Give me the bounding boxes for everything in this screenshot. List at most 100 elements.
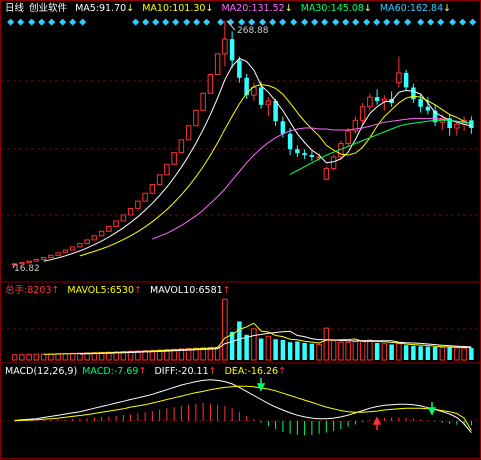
candle-body[interactable] <box>171 152 177 165</box>
candle-body[interactable] <box>258 87 264 105</box>
candle-body[interactable] <box>185 125 192 141</box>
candle-body[interactable] <box>309 155 315 158</box>
volume-bar <box>469 348 474 360</box>
signal-diamond <box>59 18 67 26</box>
candle-body[interactable] <box>207 74 214 94</box>
candle-body[interactable] <box>222 38 228 55</box>
volume-bar <box>265 335 272 361</box>
signal-diamond <box>183 18 191 26</box>
candle-body[interactable] <box>411 87 416 100</box>
candle-body[interactable] <box>77 243 83 248</box>
signal-diamond <box>269 18 277 26</box>
candle-body[interactable] <box>120 214 127 222</box>
candle-body[interactable] <box>345 130 351 144</box>
candle-body[interactable] <box>26 260 32 264</box>
volume-bar <box>19 354 25 361</box>
candle-body[interactable] <box>237 60 242 78</box>
signal-diamond <box>132 18 140 26</box>
candle-body[interactable] <box>367 96 373 108</box>
cross-signal-arrow-icon <box>372 416 382 430</box>
volume-bar <box>33 353 40 361</box>
volume-bar <box>447 347 452 360</box>
volume-bar <box>287 342 293 360</box>
candle-body[interactable] <box>106 225 112 232</box>
volume-bar <box>244 334 249 360</box>
candle-body[interactable] <box>425 106 431 111</box>
candle-body[interactable] <box>273 100 278 122</box>
volume-bar <box>258 338 264 360</box>
signal-diamond <box>279 18 287 26</box>
candle-body[interactable] <box>135 200 141 209</box>
candle-body[interactable] <box>69 246 76 251</box>
candle-body[interactable] <box>287 133 293 150</box>
candle-body[interactable] <box>418 99 423 107</box>
candle-body[interactable] <box>156 174 163 185</box>
volume-bar <box>359 340 366 361</box>
candle-body[interactable] <box>280 121 286 134</box>
candle-body[interactable] <box>62 249 69 254</box>
signal-diamond <box>437 18 445 26</box>
signal-diamond <box>352 18 360 26</box>
candle-body[interactable] <box>40 257 47 261</box>
candle-body[interactable] <box>127 207 134 216</box>
candle-body[interactable] <box>359 106 366 121</box>
dea-line <box>14 385 472 431</box>
signal-diamond <box>321 18 329 26</box>
candle-body[interactable] <box>55 252 61 256</box>
signal-diamond <box>142 18 150 26</box>
volume-bar <box>316 343 322 361</box>
candle-body[interactable] <box>396 72 402 84</box>
candle-body[interactable] <box>164 163 170 176</box>
signal-diamond <box>332 18 340 26</box>
candle-body[interactable] <box>98 230 105 237</box>
candle-body[interactable] <box>403 72 409 88</box>
volume-bar <box>367 339 373 361</box>
signal-diamond <box>449 18 457 26</box>
candle-body[interactable] <box>48 254 54 259</box>
candle-body[interactable] <box>149 183 156 194</box>
stock-chart-window[interactable]: 日线 创业软件 MA5:91.70↓ MA10:101.30↓ MA20:131.… <box>0 0 481 459</box>
volume-bar <box>62 352 69 361</box>
signal-diamond <box>363 18 371 26</box>
signal-diamond <box>38 18 46 26</box>
signal-diamond <box>417 18 425 26</box>
candle-body[interactable] <box>91 235 98 241</box>
candle-body[interactable] <box>229 39 235 61</box>
signal-diamond <box>373 18 381 26</box>
volume-bar <box>40 353 47 361</box>
kline-chart-canvas[interactable]: 268.88 16.82 <box>1 1 481 460</box>
candle-body[interactable] <box>193 109 199 127</box>
candle-body[interactable] <box>113 220 119 227</box>
volume-bar <box>302 342 307 360</box>
volume-bar <box>26 353 32 361</box>
candle-body[interactable] <box>302 153 307 156</box>
diff-line <box>14 379 472 434</box>
candle-body[interactable] <box>454 123 460 129</box>
candle-body[interactable] <box>200 92 206 111</box>
candle-body[interactable] <box>295 149 300 154</box>
candle-body[interactable] <box>265 100 272 106</box>
candle-body[interactable] <box>33 259 40 262</box>
candle-body[interactable] <box>323 168 330 180</box>
signal-diamond <box>404 18 412 26</box>
volume-bar <box>403 345 409 360</box>
volume-bar <box>280 339 286 360</box>
signal-diamond <box>383 18 391 26</box>
signal-diamond <box>290 18 298 26</box>
candle-body[interactable] <box>142 192 148 202</box>
volume-bar <box>418 346 423 360</box>
candle-body[interactable] <box>330 156 337 170</box>
signal-diamond <box>193 18 201 26</box>
candle-body[interactable] <box>84 239 90 245</box>
candle-body[interactable] <box>178 139 185 154</box>
candle-body[interactable] <box>381 98 388 102</box>
volume-bar <box>251 328 257 361</box>
candle-body[interactable] <box>374 97 380 101</box>
candle-body[interactable] <box>214 53 221 76</box>
candlestick-series[interactable] <box>11 20 474 266</box>
signal-diamond <box>48 18 56 26</box>
signal-diamond <box>469 18 477 26</box>
signal-diamond <box>79 18 87 26</box>
volume-bar <box>411 345 416 360</box>
signal-diamond <box>459 18 467 26</box>
